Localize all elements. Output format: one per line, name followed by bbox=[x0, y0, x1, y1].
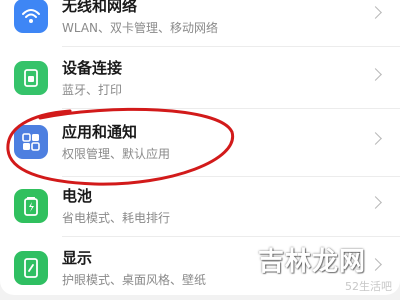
settings-item-apps[interactable]: 应用和通知 权限管理、默认应用 bbox=[0, 114, 400, 172]
item-subtitle: 护眼模式、桌面风格、壁纸 bbox=[62, 273, 207, 287]
item-subtitle: 蓝牙、打印 bbox=[62, 83, 123, 97]
battery-icon bbox=[14, 189, 48, 223]
wifi-icon bbox=[14, 0, 48, 33]
display-icon bbox=[14, 251, 48, 285]
item-title: 显示 bbox=[62, 249, 93, 267]
item-subtitle: 省电模式、耗电排行 bbox=[62, 211, 171, 225]
device-connect-icon bbox=[14, 61, 48, 95]
watermark-text: 吉林龙网 bbox=[257, 247, 366, 277]
settings-item-device-connection[interactable]: 设备连接 蓝牙、打印 bbox=[0, 50, 400, 108]
divider bbox=[62, 108, 400, 109]
divider bbox=[62, 46, 400, 47]
divider bbox=[62, 236, 400, 237]
settings-item-wireless[interactable]: 无线和网络 WLAN、双卡管理、移动网络 bbox=[0, 0, 400, 46]
chevron-right-icon bbox=[369, 6, 382, 19]
chevron-right-icon bbox=[369, 196, 382, 209]
apps-grid-icon bbox=[14, 125, 48, 159]
item-title: 无线和网络 bbox=[62, 0, 138, 15]
chevron-right-icon bbox=[369, 258, 382, 271]
chevron-right-icon bbox=[369, 68, 382, 81]
settings-item-battery[interactable]: 电池 省电模式、耗电排行 bbox=[0, 178, 400, 236]
item-subtitle: WLAN、双卡管理、移动网络 bbox=[62, 21, 219, 35]
settings-screen: 无线和网络 WLAN、双卡管理、移动网络 设备连接 蓝牙、打印 应用和通知 权限… bbox=[0, 0, 400, 300]
item-title: 电池 bbox=[62, 187, 93, 205]
item-title: 应用和通知 bbox=[62, 123, 138, 141]
watermark-site: 52生活吧 bbox=[345, 280, 392, 293]
item-title: 设备连接 bbox=[62, 59, 123, 77]
item-subtitle: 权限管理、默认应用 bbox=[62, 147, 171, 161]
chevron-right-icon bbox=[369, 132, 382, 145]
divider bbox=[62, 176, 400, 177]
